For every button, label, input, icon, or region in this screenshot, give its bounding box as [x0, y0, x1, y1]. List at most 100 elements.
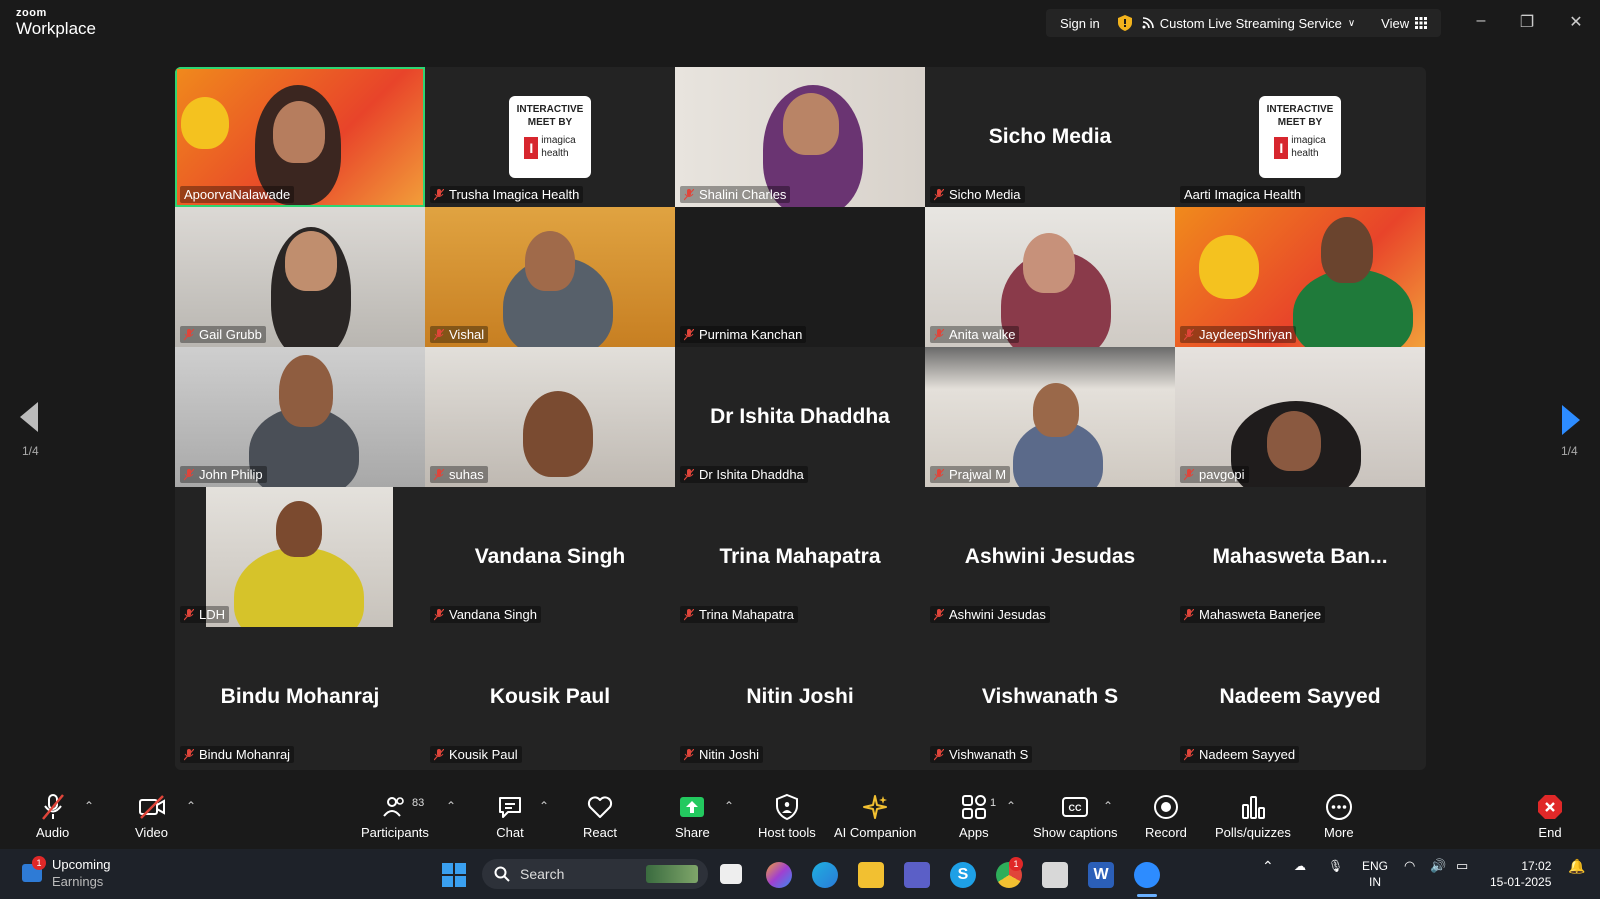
participant-name: Vishal	[449, 327, 485, 342]
onedrive-cloud-icon[interactable]: ☁	[1294, 858, 1306, 874]
chat-options-caret-icon[interactable]: ⌃	[539, 799, 549, 813]
polls-quizzes-button[interactable]: Polls/quizzes	[1215, 793, 1291, 840]
participant-name-label: Prajwal M	[930, 466, 1011, 483]
share-button[interactable]: Share	[675, 793, 710, 840]
language-indicator[interactable]: ENG IN	[1362, 858, 1388, 890]
taskbar-search[interactable]: Search	[482, 859, 708, 889]
participant-name-label: Vandana Singh	[430, 606, 541, 623]
participants-options-caret-icon[interactable]: ⌃	[446, 799, 456, 813]
show-captions-label: Show captions	[1033, 825, 1118, 840]
participant-tile[interactable]: Kousik Paul Kousik Paul	[425, 627, 675, 767]
video-button[interactable]: Video	[135, 793, 168, 840]
ai-companion-button[interactable]: AI Companion	[834, 793, 916, 840]
participant-name-label: Shalini Charles	[680, 186, 791, 203]
end-meeting-button[interactable]: End	[1536, 793, 1564, 840]
participant-tile[interactable]: Vishwanath S Vishwanath S	[925, 627, 1175, 767]
participant-name-label: Nadeem Sayyed	[1180, 746, 1300, 763]
record-button[interactable]: Record	[1145, 793, 1187, 840]
participant-face	[279, 355, 333, 427]
word-icon[interactable]: W	[1088, 862, 1114, 888]
participant-tile[interactable]: Vishal	[425, 207, 675, 347]
participant-name: ApoorvaNalawade	[184, 187, 291, 202]
microphone-icon[interactable]: 🎙	[1328, 858, 1343, 874]
windows-start-icon[interactable]	[441, 862, 467, 888]
news-widget[interactable]: 1 Upcoming Earnings	[22, 856, 111, 890]
participant-name: Trusha Imagica Health	[449, 187, 580, 202]
copilot-icon[interactable]	[766, 862, 792, 888]
participant-tile[interactable]: John Philip	[175, 347, 425, 487]
apps-button[interactable]: Apps	[959, 793, 989, 840]
audio-options-caret-icon[interactable]: ⌃	[84, 799, 94, 813]
participant-tile[interactable]: Gail Grubb	[175, 207, 425, 347]
host-tools-button[interactable]: Host tools	[758, 793, 816, 840]
live-streaming-dropdown[interactable]: Custom Live Streaming Service ∨	[1142, 16, 1355, 31]
participant-tile[interactable]: Shalini Charles	[675, 67, 925, 207]
task-view-icon[interactable]	[720, 864, 742, 884]
active-app-indicator	[1137, 894, 1157, 897]
react-button[interactable]: React	[583, 793, 617, 840]
participant-display-name: Sicho Media	[988, 125, 1112, 148]
participant-tile[interactable]: ApoorvaNalawade	[175, 67, 425, 207]
previous-page-arrow-icon[interactable]	[20, 402, 38, 432]
audio-button[interactable]: Audio	[36, 793, 69, 840]
participant-tile[interactable]: Sicho Media Sicho Media	[925, 67, 1175, 207]
battery-icon[interactable]: ▭	[1456, 858, 1468, 874]
clock-date: 15-01-2025	[1490, 875, 1552, 889]
participant-tile[interactable]: Nadeem Sayyed Nadeem Sayyed	[1175, 627, 1425, 767]
next-page-arrow-icon[interactable]	[1562, 405, 1580, 435]
participant-tile[interactable]: INTERACTIVE MEET BY Iimagica health Aarti…	[1175, 67, 1425, 207]
participant-name-label: Trusha Imagica Health	[430, 186, 584, 203]
participant-display-name: Vandana Singh	[474, 545, 626, 568]
sign-in-button[interactable]: Sign in	[1046, 16, 1114, 31]
hearty-party-sticker	[181, 97, 229, 149]
share-label: Share	[675, 825, 710, 840]
muted-mic-icon	[1184, 748, 1194, 760]
photos-icon[interactable]	[1042, 862, 1068, 888]
more-button[interactable]: More	[1324, 793, 1354, 840]
skype-icon[interactable]: S	[950, 862, 976, 888]
captions-options-caret-icon[interactable]: ⌃	[1103, 799, 1113, 813]
participant-name: Purnima Kanchan	[699, 327, 803, 342]
end-label: End	[1538, 825, 1562, 840]
participant-display-name: Kousik Paul	[489, 685, 611, 708]
participant-tile[interactable]: Mahasweta Ban... Mahasweta Banerjee	[1175, 487, 1425, 627]
view-button[interactable]: View	[1381, 16, 1428, 31]
file-explorer-icon[interactable]	[858, 862, 884, 888]
notification-bell-icon[interactable]: 🔔	[1568, 858, 1585, 874]
wifi-icon[interactable]: ◠	[1404, 858, 1415, 874]
participant-tile[interactable]: LDH	[175, 487, 425, 627]
zoom-app-icon[interactable]	[1134, 862, 1160, 888]
volume-icon[interactable]: 🔊	[1430, 858, 1446, 874]
participant-face	[525, 231, 575, 291]
chrome-icon[interactable]: 1	[996, 857, 1023, 888]
participant-face	[273, 101, 325, 163]
imagica-brand: Iimagica health	[509, 135, 591, 160]
participant-tile[interactable]: pavgopi	[1175, 347, 1425, 487]
participant-tile[interactable]: INTERACTIVE MEET BY Iimagica health Trush…	[425, 67, 675, 207]
restore-icon[interactable]: ❐	[1516, 12, 1538, 32]
teams-icon[interactable]	[904, 862, 930, 888]
participant-tile[interactable]: Vandana Singh Vandana Singh	[425, 487, 675, 627]
participant-tile[interactable]: Bindu Mohanraj Bindu Mohanraj	[175, 627, 425, 767]
participant-tile[interactable]: JaydeepShriyan	[1175, 207, 1425, 347]
participant-tile[interactable]: Nitin Joshi Nitin Joshi	[675, 627, 925, 767]
edge-browser-icon[interactable]	[812, 862, 838, 888]
share-options-caret-icon[interactable]: ⌃	[724, 799, 734, 813]
chat-button[interactable]: Chat	[496, 793, 524, 840]
video-options-caret-icon[interactable]: ⌃	[186, 799, 196, 813]
close-icon[interactable]: ✕	[1565, 12, 1587, 32]
participant-tile[interactable]: Anita walke	[925, 207, 1175, 347]
show-hidden-icons-caret-icon[interactable]: ⌃	[1262, 858, 1274, 874]
participant-tile[interactable]: Prajwal M	[925, 347, 1175, 487]
notification-badge: 1	[32, 856, 46, 870]
apps-options-caret-icon[interactable]: ⌃	[1006, 799, 1016, 813]
participant-tile[interactable]: suhas	[425, 347, 675, 487]
clock[interactable]: 17:02 15-01-2025	[1490, 858, 1551, 890]
security-shield-icon[interactable]	[1117, 15, 1132, 31]
participant-tile[interactable]: Trina Mahapatra Trina Mahapatra	[675, 487, 925, 627]
participant-tile[interactable]: Dr Ishita Dhaddha Dr Ishita Dhaddha	[675, 347, 925, 487]
muted-mic-icon	[434, 608, 444, 620]
participant-tile[interactable]: Ashwini Jesudas Ashwini Jesudas	[925, 487, 1175, 627]
participant-tile[interactable]: Purnima Kanchan	[675, 207, 925, 347]
minimize-icon[interactable]: –	[1470, 12, 1492, 30]
